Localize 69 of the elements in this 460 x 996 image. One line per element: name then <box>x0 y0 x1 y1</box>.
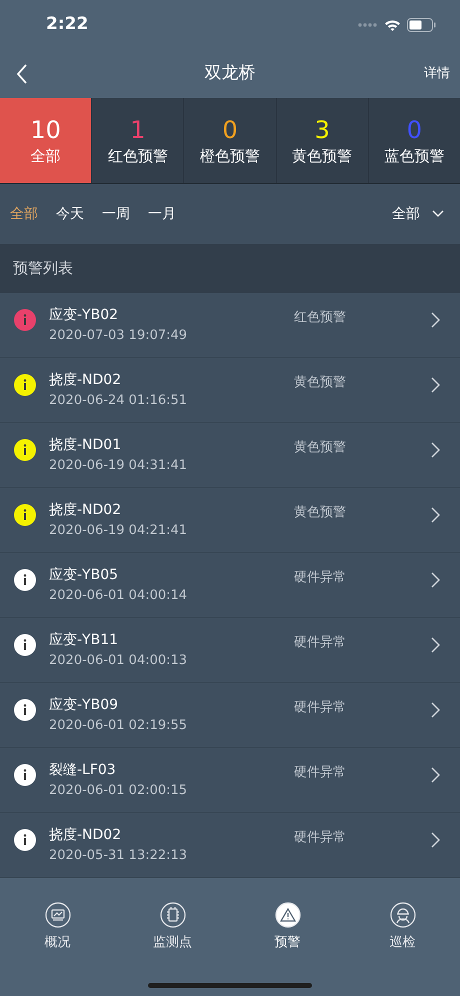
level-label: 红色预警 <box>108 146 168 166</box>
tab-bar-item[interactable]: 预警 <box>230 902 345 952</box>
chevron-right-icon <box>431 312 440 328</box>
alert-time: 2020-06-01 04:00:14 <box>49 587 188 605</box>
level-tab[interactable]: 10 全部 <box>0 98 92 183</box>
alert-level: 黄色预警 <box>294 374 346 392</box>
alert-time: 2020-06-24 01:16:51 <box>49 392 188 410</box>
alert-time: 2020-06-19 04:21:41 <box>49 522 188 540</box>
level-label: 橙色预警 <box>200 146 260 166</box>
alert-level: 硬件异常 <box>294 634 346 652</box>
alert-level: 红色预警 <box>294 309 346 328</box>
chevron-right-icon <box>431 637 440 653</box>
level-count: 1 <box>130 114 146 144</box>
type-dropdown[interactable]: 全部 <box>392 204 450 224</box>
level-label: 蓝色预警 <box>384 146 444 166</box>
period-tab[interactable]: 一月 <box>148 204 176 224</box>
details-button[interactable]: 详情 <box>424 64 450 84</box>
period-tab[interactable]: 一周 <box>102 204 130 224</box>
chevron-right-icon <box>431 442 440 458</box>
sensor-name: 应变-YB11 <box>49 631 120 650</box>
sensor-name: 应变-YB05 <box>49 566 120 585</box>
helmet-worker-icon <box>390 902 416 928</box>
chevron-down-icon <box>432 210 444 218</box>
level-count: 0 <box>406 114 422 144</box>
device-icon <box>160 902 186 928</box>
signal-icon <box>358 23 378 27</box>
warning-icon <box>274 902 300 928</box>
alert-level: 硬件异常 <box>294 699 346 718</box>
alert-time: 2020-07-03 19:07:49 <box>49 327 188 345</box>
sensor-name: 挠度-ND02 <box>49 826 122 845</box>
chevron-right-icon <box>431 377 440 393</box>
chevron-right-icon <box>431 572 440 588</box>
alert-level: 硬件异常 <box>294 829 346 848</box>
period-tab[interactable]: 今天 <box>56 204 84 224</box>
tab-bar-item[interactable]: 巡检 <box>345 902 460 952</box>
list-header: 预警列表 <box>13 258 73 280</box>
chevron-right-icon <box>431 767 440 783</box>
chevron-right-icon <box>431 702 440 718</box>
chevron-right-icon <box>431 507 440 523</box>
sensor-name: 应变-YB09 <box>49 696 120 715</box>
sensor-name: 应变-YB02 <box>49 306 120 325</box>
level-count: 10 <box>30 114 61 144</box>
period-tab[interactable]: 全部 <box>10 204 38 224</box>
alert-level: 硬件异常 <box>294 569 346 588</box>
sensor-name: 挠度-ND01 <box>49 436 122 455</box>
tab-bar-item[interactable]: 监测点 <box>115 902 230 952</box>
back-icon <box>16 64 28 84</box>
alert-time: 2020-06-01 02:00:15 <box>49 782 188 800</box>
status-time: 2:22 <box>46 13 88 36</box>
level-count: 0 <box>222 114 238 144</box>
alert-time: 2020-05-31 13:22:13 <box>49 847 188 865</box>
alert-level: 黄色预警 <box>294 504 346 522</box>
monitor-icon <box>44 902 70 928</box>
tab-bar-item[interactable]: 概况 <box>0 902 115 952</box>
level-label: 全部 <box>30 146 61 166</box>
sensor-name: 挠度-ND02 <box>49 501 122 520</box>
sensor-name: 裂缝-LF03 <box>49 761 117 780</box>
wifi-icon <box>384 18 401 32</box>
alert-level: 硬件异常 <box>294 764 346 782</box>
alert-time: 2020-06-01 04:00:13 <box>49 652 188 670</box>
alert-time: 2020-06-19 04:31:41 <box>49 457 188 475</box>
chevron-right-icon <box>431 832 440 848</box>
level-count: 3 <box>314 114 330 144</box>
alert-level: 黄色预警 <box>294 439 346 458</box>
level-label: 黄色预警 <box>292 146 352 166</box>
alert-time: 2020-06-01 02:19:55 <box>49 717 188 735</box>
page-title: 双龙桥 <box>204 62 256 86</box>
sensor-name: 挠度-ND02 <box>49 371 122 390</box>
battery-icon <box>407 18 436 32</box>
